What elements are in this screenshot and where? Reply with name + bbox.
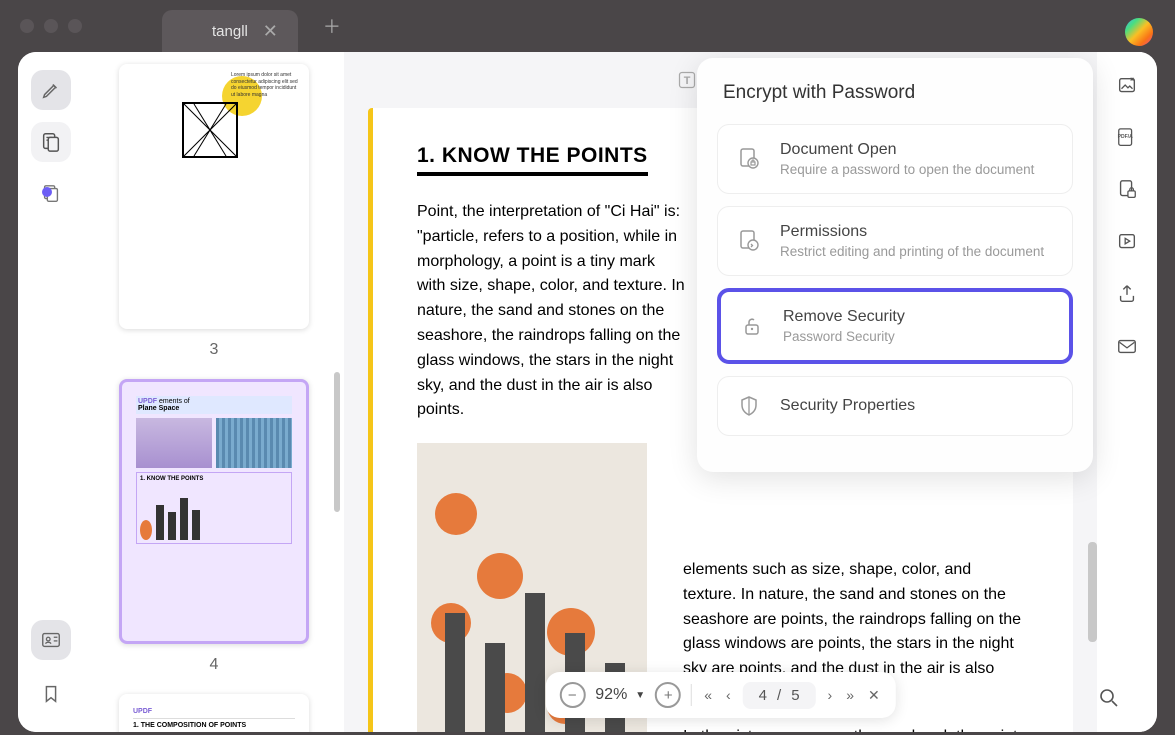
- mail-icon: [1116, 335, 1138, 357]
- zoom-in-button[interactable]: +: [655, 682, 681, 708]
- panel-title: Encrypt with Password: [717, 82, 1073, 104]
- svg-text:PDF/A: PDF/A: [1118, 134, 1133, 140]
- document-scrollbar[interactable]: [1088, 542, 1097, 642]
- first-page-button[interactable]: «: [702, 685, 714, 705]
- zoom-out-button[interactable]: −: [559, 682, 585, 708]
- share-icon: [1116, 283, 1138, 305]
- export-image-button[interactable]: [1115, 74, 1139, 98]
- last-page-button[interactable]: »: [844, 685, 856, 705]
- highlighter-icon: [40, 79, 62, 101]
- export-image-icon: [1116, 75, 1138, 97]
- file-permission-icon: [736, 228, 762, 254]
- file-lock-icon: [736, 146, 762, 172]
- close-zoombar-button[interactable]: ✕: [866, 685, 882, 706]
- encrypt-password-panel: Encrypt with Password Document Open Requ…: [697, 58, 1093, 472]
- bookmark-icon: [40, 683, 62, 705]
- zoom-navigation-bar: − 92% ▼ + « ‹ 4 / 5 › » ✕: [545, 672, 895, 718]
- right-toolbar: PDF/A: [1097, 52, 1157, 732]
- abstract-art-icon: [184, 104, 236, 156]
- unlock-icon: [739, 313, 765, 339]
- titlebar: tangll ✕ ＋: [0, 0, 1175, 52]
- search-button[interactable]: [1097, 686, 1121, 710]
- highlighter-tool[interactable]: [31, 70, 71, 110]
- svg-text:T: T: [684, 75, 691, 87]
- thumbnail-page-4[interactable]: UPDF ements ofPlane Space 1. KNOW THE PO…: [104, 379, 324, 674]
- next-page-button[interactable]: ›: [826, 685, 835, 705]
- maximize-window[interactable]: [68, 19, 82, 33]
- active-indicator: [42, 187, 52, 197]
- page-heading: 1. KNOW THE POINTS: [417, 144, 648, 176]
- slideshow-button[interactable]: [1115, 230, 1139, 254]
- text-icon: T: [677, 70, 697, 90]
- file-security-button[interactable]: [1115, 178, 1139, 202]
- security-properties-card[interactable]: Security Properties: [717, 376, 1073, 436]
- remove-security-card[interactable]: Remove Security Password Security: [717, 288, 1073, 364]
- window-controls: [20, 19, 82, 33]
- left-toolbar: [18, 52, 84, 732]
- document-open-card[interactable]: Document Open Require a password to open…: [717, 124, 1073, 194]
- thumbnails-panel-toggle[interactable]: [31, 122, 71, 162]
- document-tab[interactable]: tangll ✕: [162, 10, 298, 52]
- thumbnail-number: 3: [210, 341, 219, 359]
- new-tab-button[interactable]: ＋: [323, 13, 341, 39]
- shield-icon: [736, 393, 762, 419]
- search-icon: [1097, 686, 1121, 710]
- close-tab-icon[interactable]: ✕: [263, 21, 278, 42]
- tab-label: tangll: [212, 23, 248, 40]
- contact-card-tool[interactable]: [31, 620, 71, 660]
- mail-button[interactable]: [1115, 334, 1139, 358]
- file-lock-icon: [1116, 179, 1138, 201]
- minimize-window[interactable]: [44, 19, 58, 33]
- thumbnail-page-5[interactable]: UPDF 1. THE COMPOSITION OF POINTS Lorem …: [104, 694, 324, 732]
- prev-page-button[interactable]: ‹: [724, 685, 733, 705]
- pdfa-icon: PDF/A: [1115, 127, 1139, 149]
- close-window[interactable]: [20, 19, 34, 33]
- profile-avatar[interactable]: [1125, 18, 1153, 46]
- page-input[interactable]: 4 / 5: [743, 682, 816, 709]
- permissions-card[interactable]: Permissions Restrict editing and printin…: [717, 206, 1073, 276]
- thumbnail-scrollbar[interactable]: [334, 372, 340, 512]
- page-paragraph-1: Point, the interpretation of "Ci Hai" is…: [417, 200, 687, 423]
- thumbnail-page-3[interactable]: Lorem ipsum dolor sit amet consectetur a…: [104, 64, 324, 359]
- pdfa-button[interactable]: PDF/A: [1115, 126, 1139, 150]
- contact-card-icon: [40, 629, 62, 651]
- bookmark-tool[interactable]: [31, 674, 71, 714]
- thumbnails-icon: [40, 131, 62, 153]
- share-button[interactable]: [1115, 282, 1139, 306]
- zoom-level-dropdown[interactable]: 92% ▼: [595, 686, 645, 704]
- thumbnail-panel: Lorem ipsum dolor sit amet consectetur a…: [84, 52, 344, 732]
- thumbnail-number: 4: [210, 656, 219, 674]
- page-paragraph-2b: In the picture space, on the one hand, t…: [683, 725, 1023, 732]
- slideshow-icon: [1116, 231, 1138, 253]
